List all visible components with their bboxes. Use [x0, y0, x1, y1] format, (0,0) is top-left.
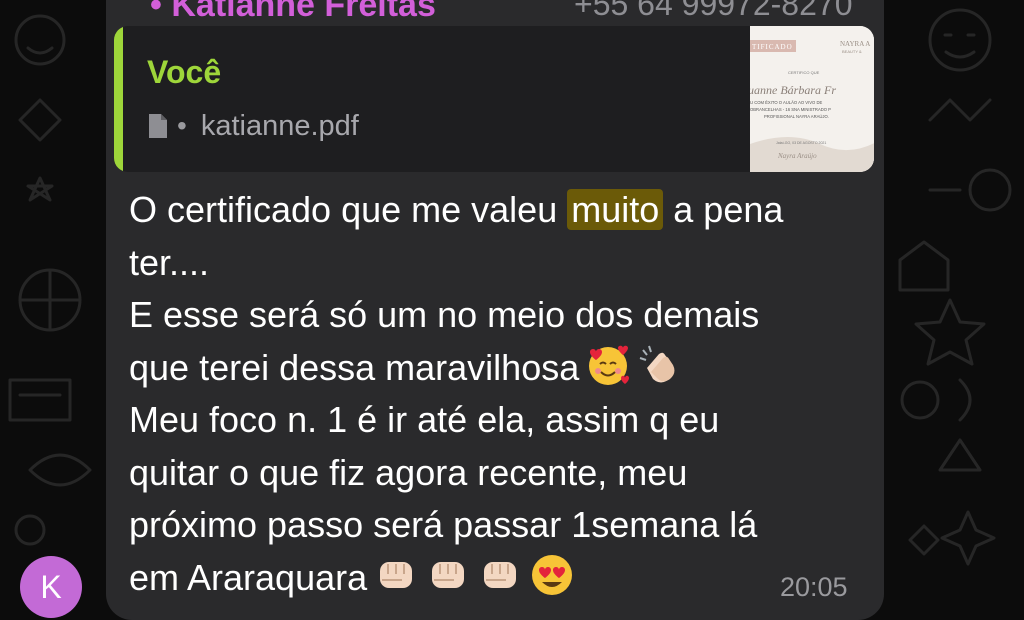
- message-time: 20:05: [780, 572, 848, 602]
- sender-name[interactable]: • Katianne Freitas: [150, 0, 436, 25]
- thumb-line1: CERTIFICO QUE: [788, 70, 820, 75]
- heart-eyes-icon: [532, 554, 573, 595]
- oncoming-fist-icon: [380, 561, 413, 588]
- oncoming-fist-icon: [484, 561, 517, 588]
- thumb-header-left: TIFICADO: [752, 43, 793, 51]
- certificate-preview: TIFICADO NAYRA A BEAUTY & CERTIFICO QUE …: [750, 26, 874, 172]
- pdf-thumbnail[interactable]: TIFICADO NAYRA A BEAUTY & CERTIFICO QUE …: [750, 26, 874, 172]
- oncoming-fist-icon: [432, 561, 465, 588]
- message-line: que terei dessa maravilhosa: [129, 342, 869, 395]
- thumb-line2: U COM ÊXITO O AULÃO AO VIVO DE: [750, 100, 822, 105]
- thumb-script-name: uanne Bárbara Fr: [750, 83, 836, 97]
- reply-author: Você: [147, 54, 222, 90]
- thumb-header-right-sub: BEAUTY &: [842, 49, 862, 54]
- message-line: em Araraquara: [129, 552, 869, 605]
- message-line: quitar o que fiz agora recente, meu: [129, 451, 688, 493]
- message-line: ter....: [129, 241, 210, 283]
- message-line: próximo passo será passar 1semana lá: [129, 504, 758, 545]
- reply-file: • katianne.pdf: [147, 106, 359, 146]
- search-highlight: muito: [567, 189, 664, 230]
- sender-phone: +55 64 99972-8270: [574, 0, 853, 22]
- avatar[interactable]: K: [20, 556, 82, 618]
- reply-accent-bar: [114, 26, 123, 172]
- separator-dot: •: [177, 110, 187, 141]
- message-line: Meu foco n. 1 é ir até ela, assim q eu: [129, 399, 720, 440]
- clapping-hands-icon: [639, 345, 675, 382]
- thumb-header-right: NAYRA A: [840, 40, 870, 48]
- message-text: O certificado que me valeu muito a pena …: [129, 184, 869, 604]
- reply-file-name: katianne.pdf: [200, 109, 359, 142]
- message-line: E esse será só um no meio dos demais: [129, 294, 760, 335]
- thumb-line3: OBRANCELHAS - 16 SNA MINISTRADO P: [750, 107, 831, 112]
- thumb-small1: Jataí-GO, 03 DE AGOSTO 2021: [776, 141, 826, 145]
- thumb-signature: Nayra Araújo: [777, 152, 817, 160]
- smiling-face-with-hearts-icon: [589, 345, 630, 385]
- thumb-line4: PROFISSIONAL NAYRA ARAÚJO.: [764, 114, 829, 119]
- document-icon: [149, 114, 167, 138]
- quoted-reply[interactable]: Você • katianne.pdf TIFICADO NAYRA A BEA…: [114, 26, 874, 172]
- message-line: O certificado que me valeu muito a pena: [129, 189, 784, 230]
